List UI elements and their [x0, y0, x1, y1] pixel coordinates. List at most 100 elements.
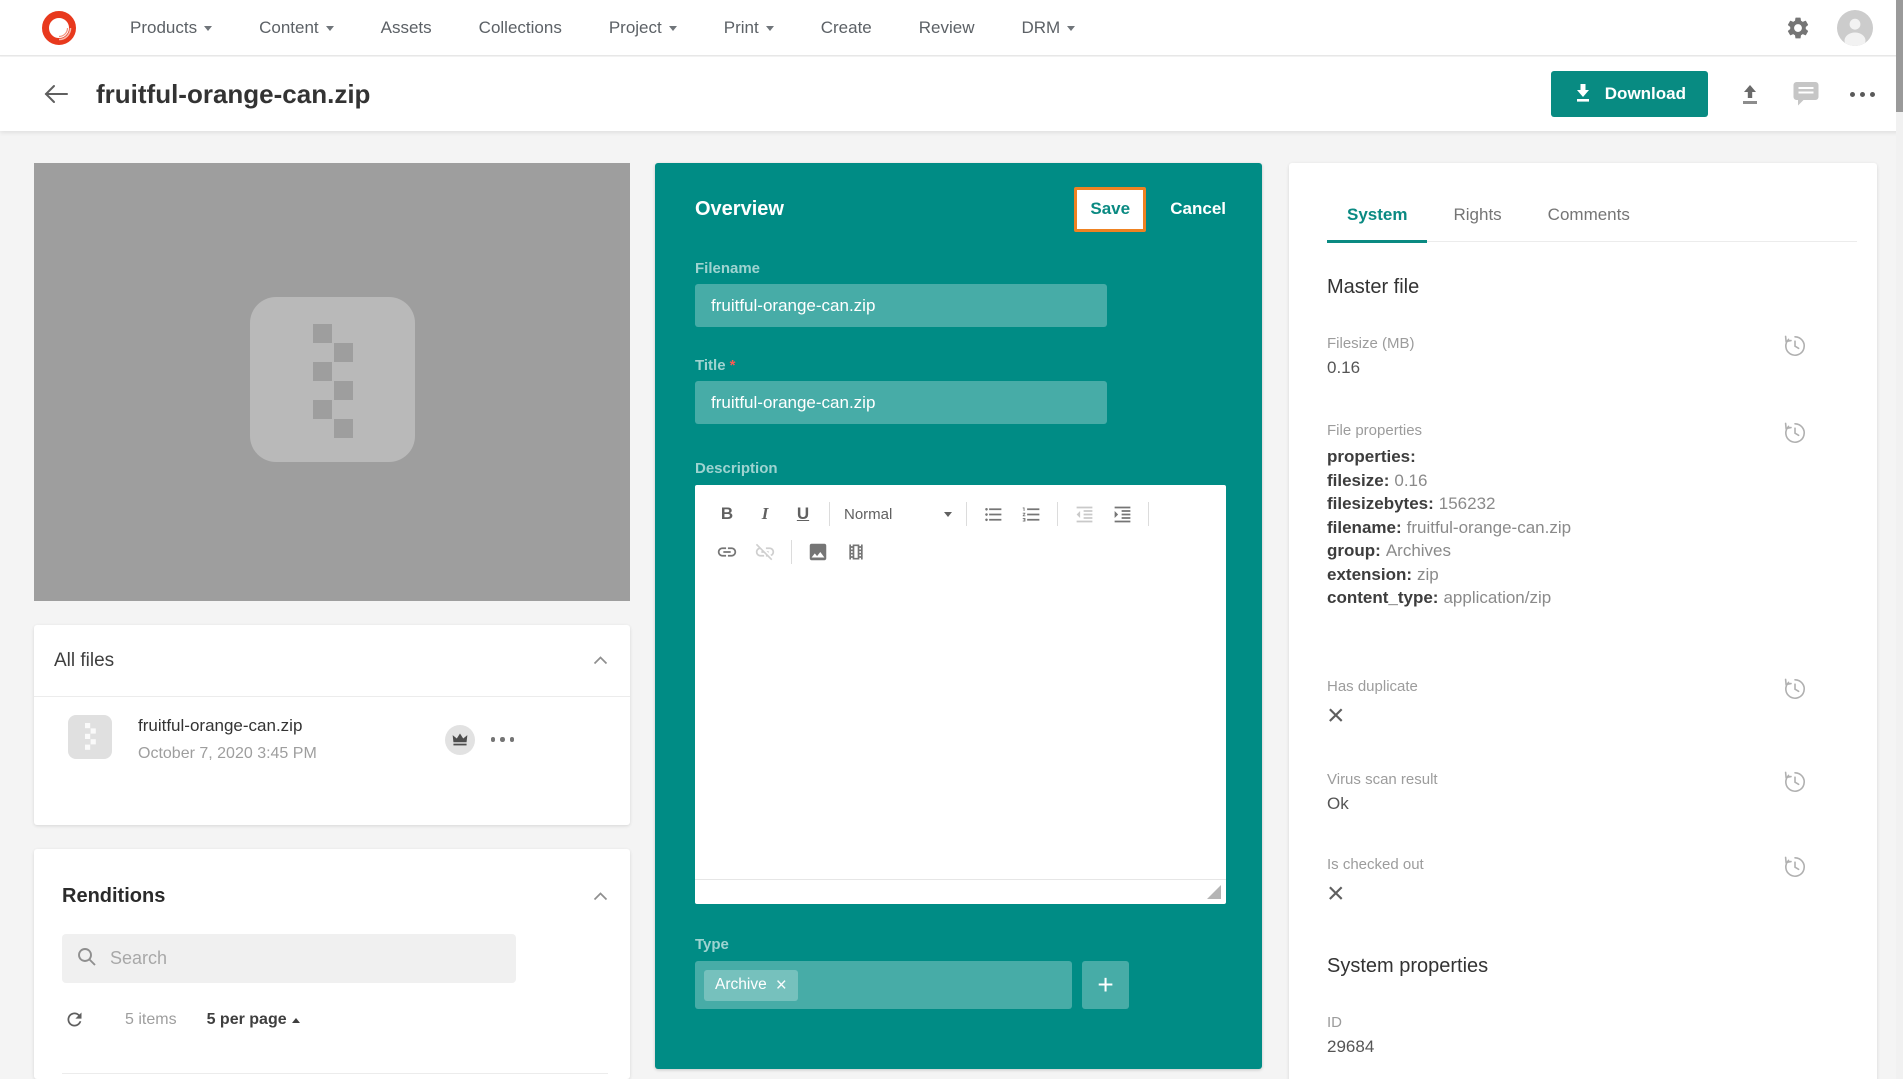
file-properties-row: File properties properties: filesize:0.1… — [1327, 422, 1857, 610]
nav-item-products[interactable]: Products — [130, 18, 212, 38]
triangle-up-icon — [292, 1018, 300, 1023]
overview-header: Overview Save Cancel — [695, 186, 1226, 232]
id-row: ID 29684 — [1327, 1014, 1857, 1057]
divider — [1148, 502, 1149, 526]
numbered-list-icon[interactable] — [1019, 500, 1043, 528]
nav-menu: Products Content Assets Collections Proj… — [130, 18, 1075, 38]
overview-panel: Overview Save Cancel Filename Title* Des… — [655, 163, 1262, 1069]
overview-title: Overview — [695, 198, 784, 221]
top-nav: Products Content Assets Collections Proj… — [0, 0, 1903, 56]
history-icon[interactable] — [1782, 333, 1808, 359]
all-files-panel: All files fruitfu — [34, 625, 630, 825]
asset-preview — [34, 163, 630, 601]
scrollbar-track[interactable] — [1896, 0, 1903, 1079]
nav-item-print[interactable]: Print — [724, 18, 774, 38]
link-icon[interactable] — [715, 538, 739, 566]
app-root: Products Content Assets Collections Proj… — [0, 0, 1903, 1079]
indent-icon[interactable] — [1110, 500, 1134, 528]
app-logo-icon[interactable] — [40, 9, 78, 47]
is-checked-out-row: Is checked out × — [1327, 856, 1857, 907]
is-checked-out-label: Is checked out — [1327, 856, 1857, 873]
settings-gear-icon[interactable] — [1785, 15, 1811, 41]
description-input[interactable] — [695, 573, 1226, 879]
description-editor: B I U Normal — [695, 485, 1226, 904]
save-button[interactable]: Save — [1074, 187, 1146, 232]
filename-input[interactable] — [695, 284, 1107, 327]
history-icon[interactable] — [1782, 769, 1808, 795]
nav-item-assets[interactable]: Assets — [381, 18, 432, 38]
user-avatar[interactable] — [1837, 10, 1873, 46]
italic-button[interactable]: I — [753, 500, 777, 528]
divider — [62, 1073, 608, 1074]
insert-video-icon[interactable] — [844, 538, 868, 566]
title-input[interactable] — [695, 381, 1107, 424]
remove-tag-icon[interactable]: × — [776, 976, 787, 995]
search-icon — [76, 946, 97, 972]
nav-right — [1785, 10, 1873, 46]
filesize-value: 0.16 — [1327, 358, 1857, 378]
nav-item-drm[interactable]: DRM — [1022, 18, 1076, 38]
tab-rights[interactable]: Rights — [1433, 205, 1521, 241]
download-button[interactable]: Download — [1551, 71, 1708, 117]
filesize-label: Filesize (MB) — [1327, 335, 1857, 352]
outdent-icon[interactable] — [1072, 500, 1096, 528]
type-field[interactable]: Archive × — [695, 961, 1072, 1009]
details-panel: System Rights Comments Master file Files… — [1289, 163, 1877, 1079]
per-page-select[interactable]: 5 per page — [207, 1011, 300, 1029]
filename-label: Filename — [695, 260, 1226, 277]
refresh-icon[interactable] — [64, 1009, 85, 1030]
cancel-button[interactable]: Cancel — [1170, 199, 1226, 219]
file-row[interactable]: fruitful-orange-can.zip October 7, 2020 … — [34, 697, 630, 764]
history-icon[interactable] — [1782, 854, 1808, 880]
virus-scan-value: Ok — [1327, 794, 1857, 814]
more-options-icon[interactable] — [1850, 92, 1875, 97]
nav-item-content[interactable]: Content — [259, 18, 334, 38]
comment-icon[interactable] — [1792, 81, 1820, 107]
bold-button[interactable]: B — [715, 500, 739, 528]
page-title: fruitful-orange-can.zip — [96, 79, 370, 110]
search-input[interactable] — [110, 948, 502, 969]
chevron-up-icon[interactable] — [593, 652, 608, 670]
scrollbar-thumb[interactable] — [1896, 0, 1903, 112]
back-arrow-icon[interactable] — [42, 82, 70, 106]
chevron-up-icon[interactable] — [593, 888, 608, 906]
nav-item-project[interactable]: Project — [609, 18, 677, 38]
renditions-header: Renditions — [34, 849, 630, 908]
required-asterisk: * — [730, 357, 736, 374]
divider — [791, 540, 792, 564]
unlink-icon[interactable] — [753, 538, 777, 566]
underline-button[interactable]: U — [791, 500, 815, 528]
renditions-search — [62, 934, 516, 983]
tab-comments[interactable]: Comments — [1528, 205, 1650, 241]
file-more-options-icon[interactable] — [491, 737, 515, 742]
header-actions: Download — [1551, 71, 1875, 117]
paragraph-style-select[interactable]: Normal — [844, 506, 952, 523]
bullet-list-icon[interactable] — [981, 500, 1005, 528]
add-type-button[interactable]: + — [1082, 961, 1129, 1009]
file-name: fruitful-orange-can.zip — [138, 716, 317, 736]
is-checked-out-value: × — [1327, 881, 1857, 907]
resize-handle[interactable] — [1207, 885, 1221, 899]
caret-down-icon — [669, 26, 677, 31]
caret-down-icon — [204, 26, 212, 31]
divider — [1057, 502, 1058, 526]
history-icon[interactable] — [1782, 420, 1808, 446]
file-properties-value: properties: filesize:0.16 filesizebytes:… — [1327, 445, 1857, 610]
id-value: 29684 — [1327, 1037, 1857, 1057]
download-icon — [1573, 82, 1593, 107]
all-files-header: All files — [34, 625, 630, 696]
nav-item-review[interactable]: Review — [919, 18, 975, 38]
nav-item-collections[interactable]: Collections — [479, 18, 562, 38]
caret-down-icon — [944, 512, 952, 517]
file-meta: fruitful-orange-can.zip October 7, 2020 … — [138, 716, 317, 763]
upload-icon[interactable] — [1738, 82, 1762, 106]
master-crown-icon[interactable] — [445, 725, 475, 755]
filesize-row: Filesize (MB) 0.16 — [1327, 335, 1857, 378]
tab-system[interactable]: System — [1327, 205, 1427, 243]
insert-image-icon[interactable] — [806, 538, 830, 566]
history-icon[interactable] — [1782, 676, 1808, 702]
nav-item-create[interactable]: Create — [821, 18, 872, 38]
divider — [829, 502, 830, 526]
type-row: Archive × + — [695, 961, 1226, 1009]
editor-footer — [695, 879, 1226, 904]
